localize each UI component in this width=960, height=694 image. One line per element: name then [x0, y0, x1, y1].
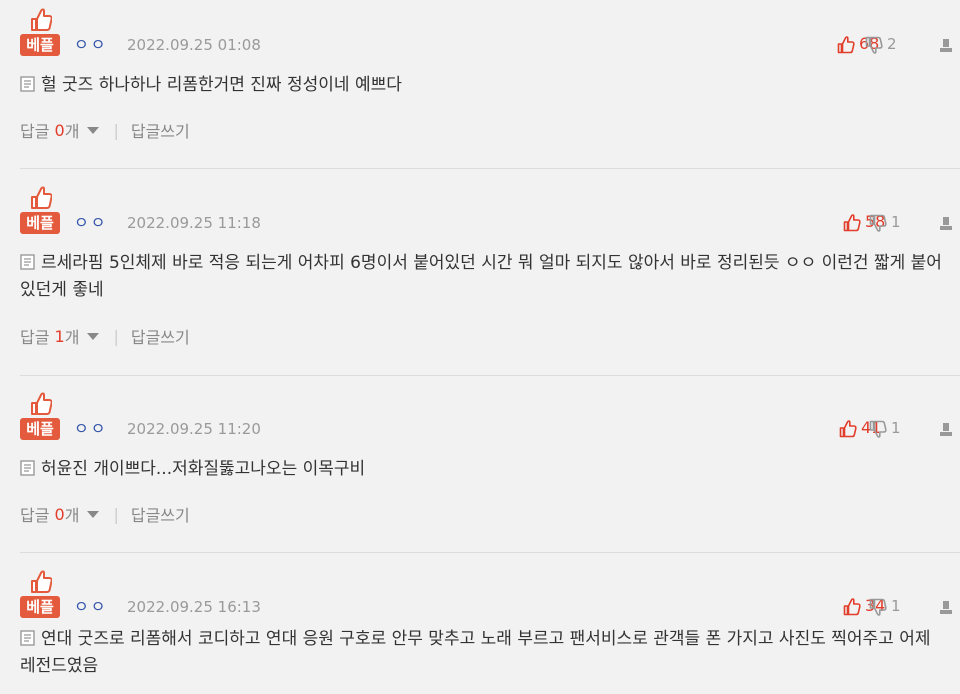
comment-nickname[interactable]: ㅇㅇ [74, 418, 107, 440]
reply-toggle[interactable]: 답글 0개 [20, 502, 79, 526]
divider [20, 168, 960, 169]
best-comment-badge: 베플 [20, 392, 60, 444]
chevron-down-icon[interactable] [87, 126, 100, 134]
comment-nickname[interactable]: ㅇㅇ [74, 596, 107, 618]
reply-label: 답글 [20, 122, 50, 141]
document-icon [20, 460, 35, 476]
report-icon[interactable] [937, 36, 955, 54]
reply-count-suffix: 개 [64, 122, 80, 141]
dislike-count: 2 [887, 35, 897, 53]
comment-body: 연대 굿즈로 리폼해서 코디하고 연대 응원 구호로 안무 맞추고 노래 부르고… [20, 629, 931, 676]
best-thumbs-up-icon [31, 392, 52, 415]
vote-area: 58 1 [795, 210, 955, 234]
comment-body: 르세라핌 5인체제 바로 적응 되는게 어차피 6명이서 붙어있던 시간 뭐 얼… [20, 253, 942, 300]
document-icon [20, 630, 35, 646]
best-thumbs-up-icon [31, 570, 52, 593]
comment-body: 허윤진 개이쁘다...저화질뚫고나오는 이목구비 [41, 459, 366, 479]
comment-date: 2022.09.25 16:13 [127, 598, 261, 616]
thumbs-down-icon [869, 598, 887, 616]
reply-count-suffix: 개 [64, 506, 80, 525]
comment-nickname[interactable]: ㅇㅇ [74, 212, 107, 234]
thumbs-down-icon [869, 214, 887, 232]
best-thumbs-up-icon [31, 186, 52, 209]
dislike-count: 1 [891, 213, 901, 231]
report-icon[interactable] [937, 598, 955, 616]
dislike-count: 1 [891, 597, 901, 615]
divider [20, 552, 960, 553]
comment-text: 허윤진 개이쁘다...저화질뚫고나오는 이목구비 [20, 456, 945, 483]
vote-area: 34 1 [795, 594, 955, 618]
comment-date: 2022.09.25 11:18 [127, 214, 261, 232]
comment-footer: 답글 0개 | 답글쓰기 [20, 502, 190, 526]
comment-header: 베플 ㅇㅇ 2022.09.25 11:18 58 1 [20, 186, 955, 238]
comment-header: 베플 ㅇㅇ 2022.09.25 01:08 68 2 [20, 8, 955, 60]
reply-count: 0 [54, 120, 65, 140]
comment-body: 헐 굿즈 하나하나 리폼한거면 진짜 정성이네 예쁘다 [41, 75, 402, 95]
separator: | [113, 120, 119, 140]
reply-count: 0 [54, 504, 65, 524]
best-thumbs-up-icon [31, 8, 52, 31]
reply-count: 1 [54, 326, 65, 346]
divider [20, 375, 960, 376]
report-icon[interactable] [937, 214, 955, 232]
best-comment-badge: 베플 [20, 186, 60, 238]
best-label: 베플 [20, 596, 60, 618]
comment-nickname[interactable]: ㅇㅇ [74, 34, 107, 56]
dislike-count: 1 [891, 419, 901, 437]
comment-date: 2022.09.25 11:20 [127, 420, 261, 438]
best-label: 베플 [20, 34, 60, 56]
best-label: 베플 [20, 418, 60, 440]
reply-count-suffix: 개 [64, 328, 80, 347]
thumbs-up-icon [843, 214, 861, 232]
best-label: 베플 [20, 212, 60, 234]
thumbs-up-icon [837, 36, 855, 54]
dislike-button[interactable]: 1 [869, 210, 907, 234]
chevron-down-icon[interactable] [87, 332, 100, 340]
dislike-button[interactable]: 2 [865, 32, 903, 56]
dislike-button[interactable]: 1 [869, 416, 907, 440]
best-comment-badge: 베플 [20, 8, 60, 60]
comment-header: 베플 ㅇㅇ 2022.09.25 11:20 41 1 [20, 392, 955, 444]
chevron-down-icon[interactable] [87, 510, 100, 518]
comment-date: 2022.09.25 01:08 [127, 36, 261, 54]
write-reply-link[interactable]: 답글쓰기 [131, 324, 190, 348]
thumbs-up-icon [843, 598, 861, 616]
separator: | [113, 326, 119, 346]
thumbs-down-icon [865, 36, 883, 54]
reply-toggle[interactable]: 답글 1개 [20, 324, 79, 348]
report-icon[interactable] [937, 420, 955, 438]
best-comment-badge: 베플 [20, 570, 60, 622]
comment-footer: 답글 0개 | 답글쓰기 [20, 118, 190, 142]
vote-area: 68 2 [790, 32, 955, 56]
comment-text: 르세라핌 5인체제 바로 적응 되는게 어차피 6명이서 붙어있던 시간 뭐 얼… [20, 250, 945, 304]
comment-list: 베플 ㅇㅇ 2022.09.25 01:08 68 2 헐 굿즈 하나하나 리폼… [0, 0, 960, 694]
reply-toggle[interactable]: 답글 0개 [20, 118, 79, 142]
comment-text: 연대 굿즈로 리폼해서 코디하고 연대 응원 구호로 안무 맞추고 노래 부르고… [20, 626, 945, 680]
comment-footer: 답글 1개 | 답글쓰기 [20, 324, 190, 348]
document-icon [20, 254, 35, 270]
comment-header: 베플 ㅇㅇ 2022.09.25 16:13 34 1 [20, 570, 955, 622]
reply-label: 답글 [20, 506, 50, 525]
write-reply-link[interactable]: 답글쓰기 [131, 118, 190, 142]
document-icon [20, 76, 35, 92]
vote-area: 41 1 [800, 416, 955, 440]
thumbs-down-icon [869, 420, 887, 438]
comment-text: 헐 굿즈 하나하나 리폼한거면 진짜 정성이네 예쁘다 [20, 72, 945, 99]
write-reply-link[interactable]: 답글쓰기 [131, 502, 190, 526]
reply-label: 답글 [20, 328, 50, 347]
dislike-button[interactable]: 1 [869, 594, 907, 618]
thumbs-up-icon [839, 420, 857, 438]
separator: | [113, 504, 119, 524]
